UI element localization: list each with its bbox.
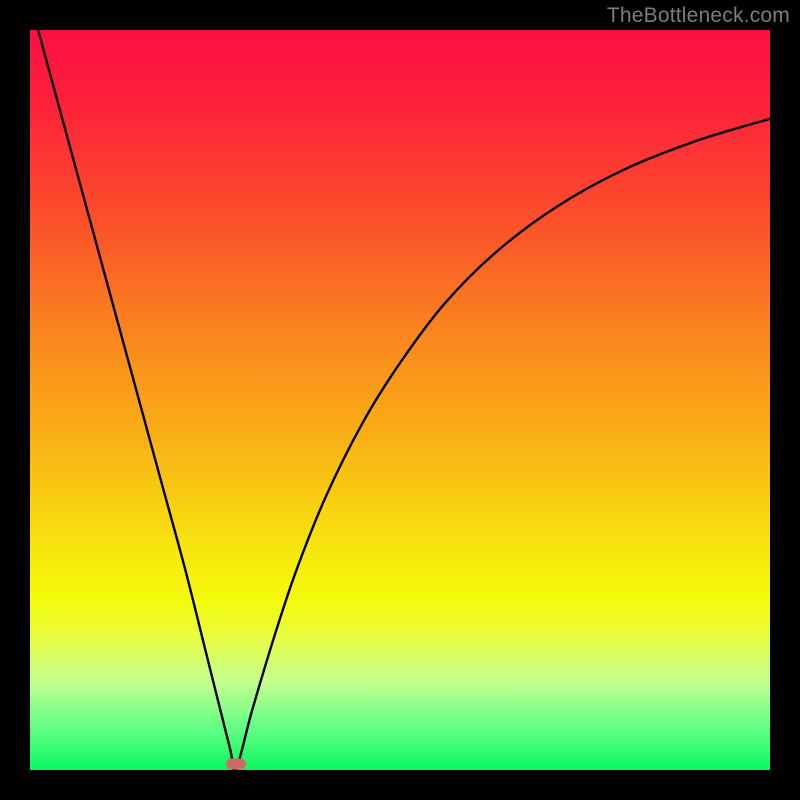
- watermark-text: TheBottleneck.com: [607, 4, 790, 28]
- curve-svg: [30, 30, 770, 770]
- optimum-marker: [226, 759, 246, 770]
- plot-area: [30, 30, 770, 770]
- chart-frame: TheBottleneck.com: [0, 0, 800, 800]
- bottleneck-curve: [30, 0, 770, 771]
